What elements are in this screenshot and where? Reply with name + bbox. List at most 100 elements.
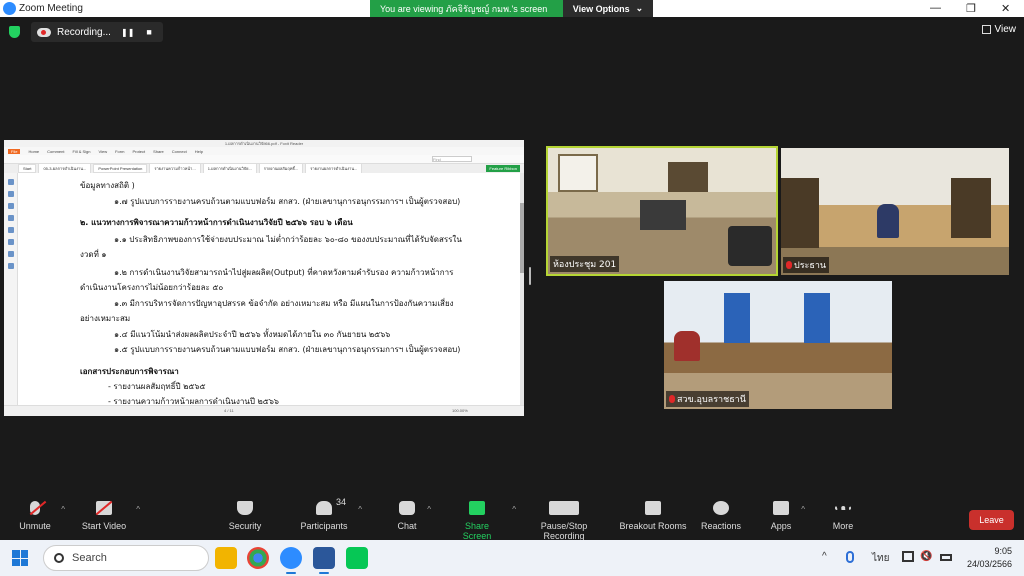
windows-start-icon[interactable] xyxy=(12,550,28,566)
doc-line: - รายงานผลสัมฤทธิ์ปี ๒๕๖๕ xyxy=(108,382,206,391)
menu-view[interactable]: View xyxy=(98,149,107,154)
stop-recording-icon[interactable]: ■ xyxy=(146,27,151,37)
zoom-app-icon[interactable] xyxy=(280,547,302,574)
leave-button[interactable]: Leave xyxy=(969,510,1014,530)
bookmark-icon[interactable] xyxy=(7,179,14,185)
taskbar-search[interactable]: Search xyxy=(43,545,209,571)
viewing-banner-text: You are viewing ภัคจิรัญชญ์ กมพ.'s scree… xyxy=(380,3,548,14)
doc-tab[interactable]: PowerPoint Presentation xyxy=(93,164,148,173)
close-button[interactable]: ✕ xyxy=(1001,2,1010,15)
start-video-button[interactable]: Start Video ^ xyxy=(80,501,140,531)
participants-count: 34 xyxy=(336,497,347,507)
monitor-tray-icon[interactable] xyxy=(902,551,914,562)
unmute-button[interactable]: Unmute ^ xyxy=(17,501,65,531)
viewing-banner: You are viewing ภัคจิรัญชญ์ กมพ.'s scree… xyxy=(370,0,653,17)
clock-date: 24/03/2566 xyxy=(966,559,1012,569)
apps-icon xyxy=(773,501,789,515)
battery-tray-icon[interactable] xyxy=(940,554,952,561)
encryption-shield-icon[interactable] xyxy=(9,26,20,38)
apps-options-caret[interactable]: ^ xyxy=(801,505,805,514)
pages-icon[interactable] xyxy=(7,191,14,197)
attachment-icon[interactable] xyxy=(7,227,14,233)
restore-button[interactable]: ❐ xyxy=(966,2,976,15)
audio-options-caret[interactable]: ^ xyxy=(61,505,65,514)
recording-indicator: Recording... ❚❚ ■ xyxy=(31,22,163,42)
speaker-tray-icon[interactable]: 🔇 xyxy=(920,551,932,562)
participant-name: สวข.อุบลราชธานี xyxy=(677,395,746,405)
video-tile[interactable]: สวข.อุบลราชธานี xyxy=(664,281,892,409)
menu-help[interactable]: Help xyxy=(195,149,203,154)
smiley-icon xyxy=(713,501,729,515)
chrome-icon[interactable] xyxy=(247,547,269,569)
doc-tab[interactable]: Start xyxy=(18,164,37,173)
page-indicator[interactable]: 4 / 11 xyxy=(224,408,234,413)
language-indicator[interactable]: ไทย xyxy=(872,551,889,566)
doc-line: ๑.๑ ประสิทธิภาพของการใช้จ่ายงบประมาณ ไม่… xyxy=(114,235,462,244)
chat-options-caret[interactable]: ^ xyxy=(427,505,431,514)
reader-status-bar: 4 / 11 100.00% xyxy=(4,405,524,416)
menu-file[interactable]: File xyxy=(8,148,21,154)
share-screen-button[interactable]: Share Screen ^ xyxy=(450,501,516,541)
menu-protect[interactable]: Protect xyxy=(132,149,145,154)
word-icon[interactable] xyxy=(313,547,335,574)
share-options-caret[interactable]: ^ xyxy=(512,505,516,514)
shared-screen[interactable]: 1-ผลการดำเนินงานวิจัย66.pdf - Foxit Read… xyxy=(4,140,524,416)
doc-line: ๑.๔ มีแนวโน้มนำส่งผลผลิตประจำปี ๒๕๖๖ ทั้… xyxy=(114,330,391,339)
participant-name: ประธาน xyxy=(794,261,827,271)
feature-ribbon-button[interactable]: Feature Ribbon xyxy=(486,165,520,172)
participants-button[interactable]: 34 Participants ^ xyxy=(298,497,362,531)
chat-button[interactable]: Chat ^ xyxy=(395,501,431,531)
zoom-level[interactable]: 100.00% xyxy=(452,408,468,413)
menu-form[interactable]: Form xyxy=(115,149,124,154)
security-button[interactable]: Security xyxy=(227,501,263,531)
view-button[interactable]: View xyxy=(981,24,1016,35)
mic-muted-icon xyxy=(786,261,792,269)
person-shape xyxy=(674,331,700,361)
chat-label: Chat xyxy=(397,521,417,531)
doc-line: ๑.๓ มีการบริหารจัดการปัญหาอุปสรรค ข้อจำก… xyxy=(114,299,454,308)
line-app-icon[interactable] xyxy=(346,547,368,569)
video-tile-active-speaker[interactable]: ห้องประชุม 201 xyxy=(546,146,778,276)
comment-icon[interactable] xyxy=(7,215,14,221)
tray-overflow-icon[interactable]: ^ xyxy=(822,551,827,562)
chair-shape xyxy=(728,226,772,266)
chevron-down-icon: ⌄ xyxy=(635,3,644,13)
pause-recording-icon[interactable]: ❚❚ xyxy=(121,28,134,37)
menu-connect[interactable]: Connect xyxy=(172,149,187,154)
curtain-shape xyxy=(724,293,750,343)
doc-line: ๑.๕ รูปแบบการรายงานครบถ้วนตามแบบฟอร์ม สก… xyxy=(114,345,461,354)
breakout-rooms-label: Breakout Rooms xyxy=(619,521,687,531)
breakout-rooms-button[interactable]: Breakout Rooms xyxy=(619,501,687,531)
reader-scrollbar[interactable] xyxy=(520,173,524,405)
more-button[interactable]: More xyxy=(831,501,855,531)
lock-icon[interactable] xyxy=(7,251,14,257)
participants-options-caret[interactable]: ^ xyxy=(358,505,362,514)
pause-stop-icon xyxy=(549,501,579,515)
reader-search-input[interactable]: Find xyxy=(432,156,472,162)
grid-icon xyxy=(981,25,991,34)
layers-icon[interactable] xyxy=(7,203,14,209)
split-view-handle[interactable] xyxy=(529,267,531,285)
reader-tabs: Start 05-3-ผลการดำเนินงาน... PowerPoint … xyxy=(4,163,524,174)
reactions-button[interactable]: Reactions xyxy=(701,501,741,531)
apps-button[interactable]: Apps ^ xyxy=(769,501,805,531)
reader-menu: File Home Comment Fill & Sign View Form … xyxy=(4,147,524,155)
search-icon[interactable] xyxy=(7,263,14,269)
menu-home[interactable]: Home xyxy=(28,149,39,154)
doc-heading: เอกสารประกอบการพิจารณา xyxy=(80,367,179,376)
pause-stop-recording-button[interactable]: Pause/Stop Recording xyxy=(519,501,609,541)
document-page: ข้อมูลทางสถิติ ) ๑.๗ รูปแบบการรายงานครบถ… xyxy=(18,173,522,406)
menu-share[interactable]: Share xyxy=(153,149,164,154)
menu-comment[interactable]: Comment xyxy=(47,149,64,154)
view-options-button[interactable]: View Options ⌄ xyxy=(563,0,653,17)
microphone-tray-icon[interactable] xyxy=(846,551,854,563)
minimize-button[interactable]: — xyxy=(930,2,941,14)
video-tile[interactable]: ประธาน xyxy=(781,148,1009,275)
menu-fill-sign[interactable]: Fill & Sign xyxy=(72,149,90,154)
curtain-shape xyxy=(804,293,830,343)
file-explorer-icon[interactable] xyxy=(215,547,237,569)
more-label: More xyxy=(832,521,854,531)
signature-icon[interactable] xyxy=(7,239,14,245)
video-options-caret[interactable]: ^ xyxy=(136,505,140,514)
system-clock[interactable]: 9:05 24/03/2566 xyxy=(967,545,1012,571)
